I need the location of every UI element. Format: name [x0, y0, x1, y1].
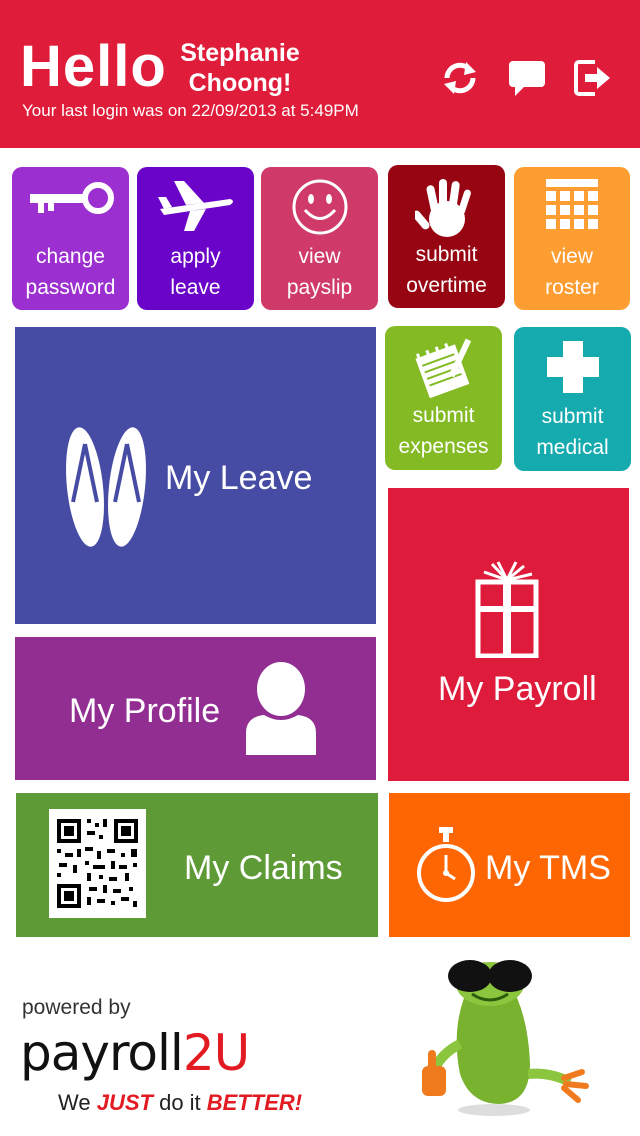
tile-label-line1: submit — [415, 243, 478, 266]
tile-label-line1: apply — [170, 245, 221, 268]
svg-text:payroll2U: payroll2U — [20, 1026, 249, 1082]
chat-icon[interactable] — [507, 58, 547, 98]
user-name: Stephanie Choong! — [178, 38, 302, 98]
my-claims-tile[interactable]: My Claims — [16, 793, 378, 937]
apply-leave-tile[interactable]: apply leave — [137, 167, 254, 310]
tagline: We JUST do it BETTER! — [58, 1090, 302, 1116]
airplane-icon — [137, 177, 254, 239]
payroll2u-logo: payroll2U — [20, 1024, 292, 1082]
submit-medical-tile[interactable]: submit medical — [514, 327, 631, 471]
key-icon — [12, 177, 129, 239]
user-name-last: Choong! — [188, 69, 292, 97]
tile-label-line2: roster — [545, 276, 599, 299]
tile-label-line1: view — [298, 245, 341, 268]
person-icon — [246, 661, 316, 760]
hand-icon — [388, 175, 505, 237]
tile-label-line1: submit — [541, 405, 604, 428]
last-login-text: Your last login was on 22/09/2013 at 5:4… — [22, 101, 359, 120]
my-payroll-tile[interactable]: My Payroll — [388, 488, 629, 781]
change-password-tile[interactable]: change password — [12, 167, 129, 310]
qr-code-icon — [49, 809, 146, 918]
tile-label-line1: submit — [412, 404, 475, 427]
tile-label-line2: expenses — [398, 435, 489, 458]
greeting: Hello — [20, 34, 167, 99]
tagline-emphasis: JUST — [96, 1090, 153, 1115]
submit-expenses-tile[interactable]: submit expenses — [385, 326, 502, 470]
my-leave-label: My Leave — [165, 459, 313, 497]
tile-label-line2: password — [25, 276, 116, 299]
tagline-part: do it — [152, 1090, 207, 1115]
tile-label-line2: payslip — [286, 276, 353, 299]
tile-label-line1: change — [36, 245, 105, 268]
stopwatch-icon — [415, 825, 477, 910]
calendar-icon — [514, 177, 630, 239]
tile-label-line2: leave — [170, 276, 221, 299]
my-leave-tile[interactable]: My Leave — [15, 327, 376, 624]
tile-label-line2: overtime — [406, 274, 487, 297]
gift-icon — [474, 560, 540, 663]
tagline-part: We — [58, 1090, 97, 1115]
logout-icon[interactable] — [573, 58, 613, 98]
submit-overtime-tile[interactable]: submit overtime — [388, 165, 505, 308]
notepad-icon — [385, 336, 502, 398]
my-claims-label: My Claims — [184, 849, 343, 887]
tagline-emphasis: BETTER! — [206, 1090, 303, 1115]
flip-flops-icon — [65, 422, 149, 557]
user-name-first: Stephanie — [180, 39, 300, 67]
header-bar: Hello Stephanie Choong! Your last login … — [0, 0, 640, 148]
tile-label-line1: view — [550, 245, 593, 268]
my-tms-label: My TMS — [485, 849, 611, 887]
powered-by-text: powered by — [22, 996, 131, 1019]
view-payslip-tile[interactable]: view payslip — [261, 167, 378, 310]
my-tms-tile[interactable]: My TMS — [389, 793, 630, 937]
frog-mascot-icon — [410, 954, 590, 1124]
tile-label-line2: medical — [536, 436, 609, 459]
smiley-icon — [261, 177, 378, 239]
view-roster-tile[interactable]: view roster — [514, 167, 630, 310]
my-payroll-label: My Payroll — [438, 670, 597, 708]
my-profile-label: My Profile — [69, 692, 221, 730]
medical-cross-icon — [514, 337, 631, 399]
my-profile-tile[interactable]: My Profile — [15, 637, 376, 780]
refresh-icon[interactable] — [440, 58, 480, 98]
